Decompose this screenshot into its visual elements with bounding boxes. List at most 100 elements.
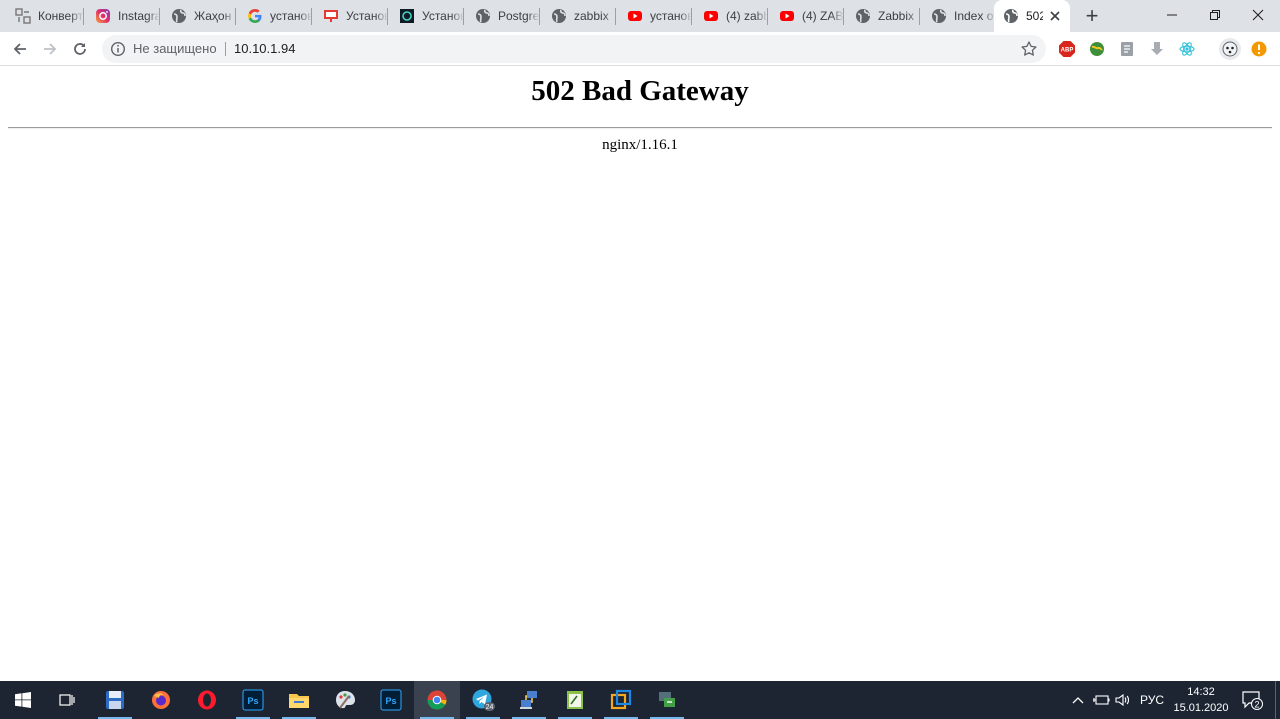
update-menu-button[interactable] — [1249, 39, 1269, 59]
adblock-extension[interactable]: ABP — [1057, 39, 1077, 59]
action-center-button[interactable]: 2 — [1238, 681, 1266, 719]
download-arrow-icon — [1151, 42, 1163, 55]
instagram-icon — [95, 8, 111, 24]
tab-zabbix-page[interactable]: Zabbix — [844, 0, 920, 32]
forward-button[interactable] — [36, 35, 64, 63]
tab-502-active[interactable]: 502 — [994, 0, 1070, 32]
battery-indicator[interactable] — [1090, 681, 1112, 719]
firefox-icon — [152, 691, 170, 709]
info-icon[interactable] — [110, 41, 126, 57]
tab-youtube-ustanovka[interactable]: установка — [616, 0, 692, 32]
input-language[interactable]: РУС — [1136, 681, 1168, 719]
svg-text:Ps: Ps — [385, 696, 396, 706]
show-desktop-button[interactable] — [1275, 681, 1280, 719]
app-icon — [399, 8, 415, 24]
speaker-icon — [1115, 693, 1130, 707]
remote-desktop-icon — [659, 692, 675, 707]
update-alert-icon — [1251, 41, 1267, 57]
reload-icon — [74, 43, 86, 55]
tab-index-of[interactable]: Index of — [920, 0, 996, 32]
taskbar-photoshop-2[interactable]: Ps — [368, 681, 414, 719]
task-view-button[interactable] — [44, 681, 90, 719]
volume-button[interactable] — [1112, 681, 1134, 719]
tab-title: (4) zabbix — [726, 9, 768, 23]
youtube-icon — [703, 8, 719, 24]
globe-icon — [551, 8, 567, 24]
error-heading: 502 Bad Gateway — [531, 75, 749, 107]
tab-title: Жаҳон — [194, 9, 232, 23]
minimize-icon — [1167, 14, 1177, 16]
notepad-icon — [567, 691, 583, 709]
taskbar-remote-app[interactable] — [644, 681, 690, 719]
download-extension[interactable] — [1147, 39, 1167, 59]
taskbar-file-explorer[interactable] — [276, 681, 322, 719]
close-tab-icon[interactable] — [1049, 8, 1062, 24]
address-bar[interactable]: Не защищено 10.10.1.94 — [102, 35, 1046, 63]
taskbar-chrome[interactable] — [414, 681, 460, 719]
network-computers-icon — [520, 691, 537, 709]
show-hidden-icons-button[interactable] — [1068, 681, 1088, 719]
tab-presentation-ustanovka[interactable]: Установка — [312, 0, 388, 32]
react-icon — [1179, 42, 1195, 56]
tab-converter[interactable]: Конвертер — [4, 0, 84, 32]
close-icon — [1252, 9, 1264, 21]
system-clock[interactable]: 14:32 15.01.2020 — [1166, 684, 1236, 716]
taskbar-paint[interactable] — [322, 681, 368, 719]
taskbar-photoshop-1[interactable]: Ps — [230, 681, 276, 719]
taskbar-firefox[interactable] — [138, 681, 184, 719]
clock-time: 14:32 — [1187, 686, 1215, 698]
taskbar-opera[interactable] — [184, 681, 230, 719]
adblock-icon: ABP — [1059, 41, 1075, 57]
globe-icon — [931, 8, 947, 24]
tab-title: Установка — [422, 9, 464, 23]
tab-youtube-zabbix[interactable]: (4) zabbix — [692, 0, 768, 32]
vmware-icon — [610, 689, 632, 710]
reload-button[interactable] — [66, 35, 94, 63]
tab-title: Конвертер — [38, 9, 84, 23]
tab-title: Index of — [954, 9, 996, 23]
windows-taskbar: Ps Ps 24 РУС 14:32 15.01.2020 2 — [0, 681, 1280, 719]
presentation-icon — [323, 8, 339, 24]
new-tab-button[interactable]: + — [1080, 4, 1104, 28]
notification-count: 2 — [1254, 700, 1259, 710]
converter-icon — [15, 8, 31, 24]
tab-zabbix[interactable]: zabbix — [540, 0, 616, 32]
puzzle-extension[interactable] — [1117, 39, 1137, 59]
tab-title: (4) ZABBIX — [802, 9, 844, 23]
profile-avatar[interactable] — [1219, 38, 1241, 60]
divider — [8, 127, 1272, 129]
tab-instagram[interactable]: Instagram — [84, 0, 160, 32]
tab-title: 502 — [1026, 9, 1043, 23]
security-status[interactable]: Не защищено — [133, 41, 217, 56]
taskbar-save-app[interactable] — [92, 681, 138, 719]
tab-google-ustanovka[interactable]: установка — [236, 0, 312, 32]
svg-text:ABP: ABP — [1061, 48, 1074, 54]
tab-youtube-zabbix-caps[interactable]: (4) ZABBIX — [768, 0, 844, 32]
tab-title: Установка — [346, 9, 388, 23]
url-text[interactable]: 10.10.1.94 — [234, 41, 295, 56]
clock-date: 15.01.2020 — [1173, 702, 1229, 714]
minimize-button[interactable] — [1150, 0, 1194, 30]
tab-postgres[interactable]: Postgres — [464, 0, 540, 32]
back-button[interactable] — [6, 35, 34, 63]
globe-icon — [171, 8, 187, 24]
start-button[interactable] — [0, 681, 46, 719]
tab-strip: Конвертер Instagram Жаҳон установка — [0, 0, 1280, 32]
react-extension[interactable] — [1177, 39, 1197, 59]
taskbar-network-app[interactable] — [506, 681, 552, 719]
close-window-button[interactable] — [1236, 0, 1280, 30]
taskbar-notepad[interactable] — [552, 681, 598, 719]
avatar-icon — [1222, 41, 1238, 57]
page-content: 502 Bad Gateway nginx/1.16.1 — [0, 67, 1280, 681]
tab-title: zabbix — [574, 9, 609, 23]
server-signature: nginx/1.16.1 — [602, 137, 678, 153]
vpn-extension[interactable] — [1087, 39, 1107, 59]
battery-plug-icon — [1093, 695, 1110, 705]
tab-jahon[interactable]: Жаҳон — [160, 0, 236, 32]
taskbar-telegram[interactable]: 24 — [460, 681, 506, 719]
globe-icon — [855, 8, 871, 24]
taskbar-vmware[interactable] — [598, 681, 644, 719]
restore-button[interactable] — [1193, 0, 1237, 30]
tab-app-ustanovka[interactable]: Установка — [388, 0, 464, 32]
bookmark-star-icon[interactable] — [1020, 40, 1038, 58]
